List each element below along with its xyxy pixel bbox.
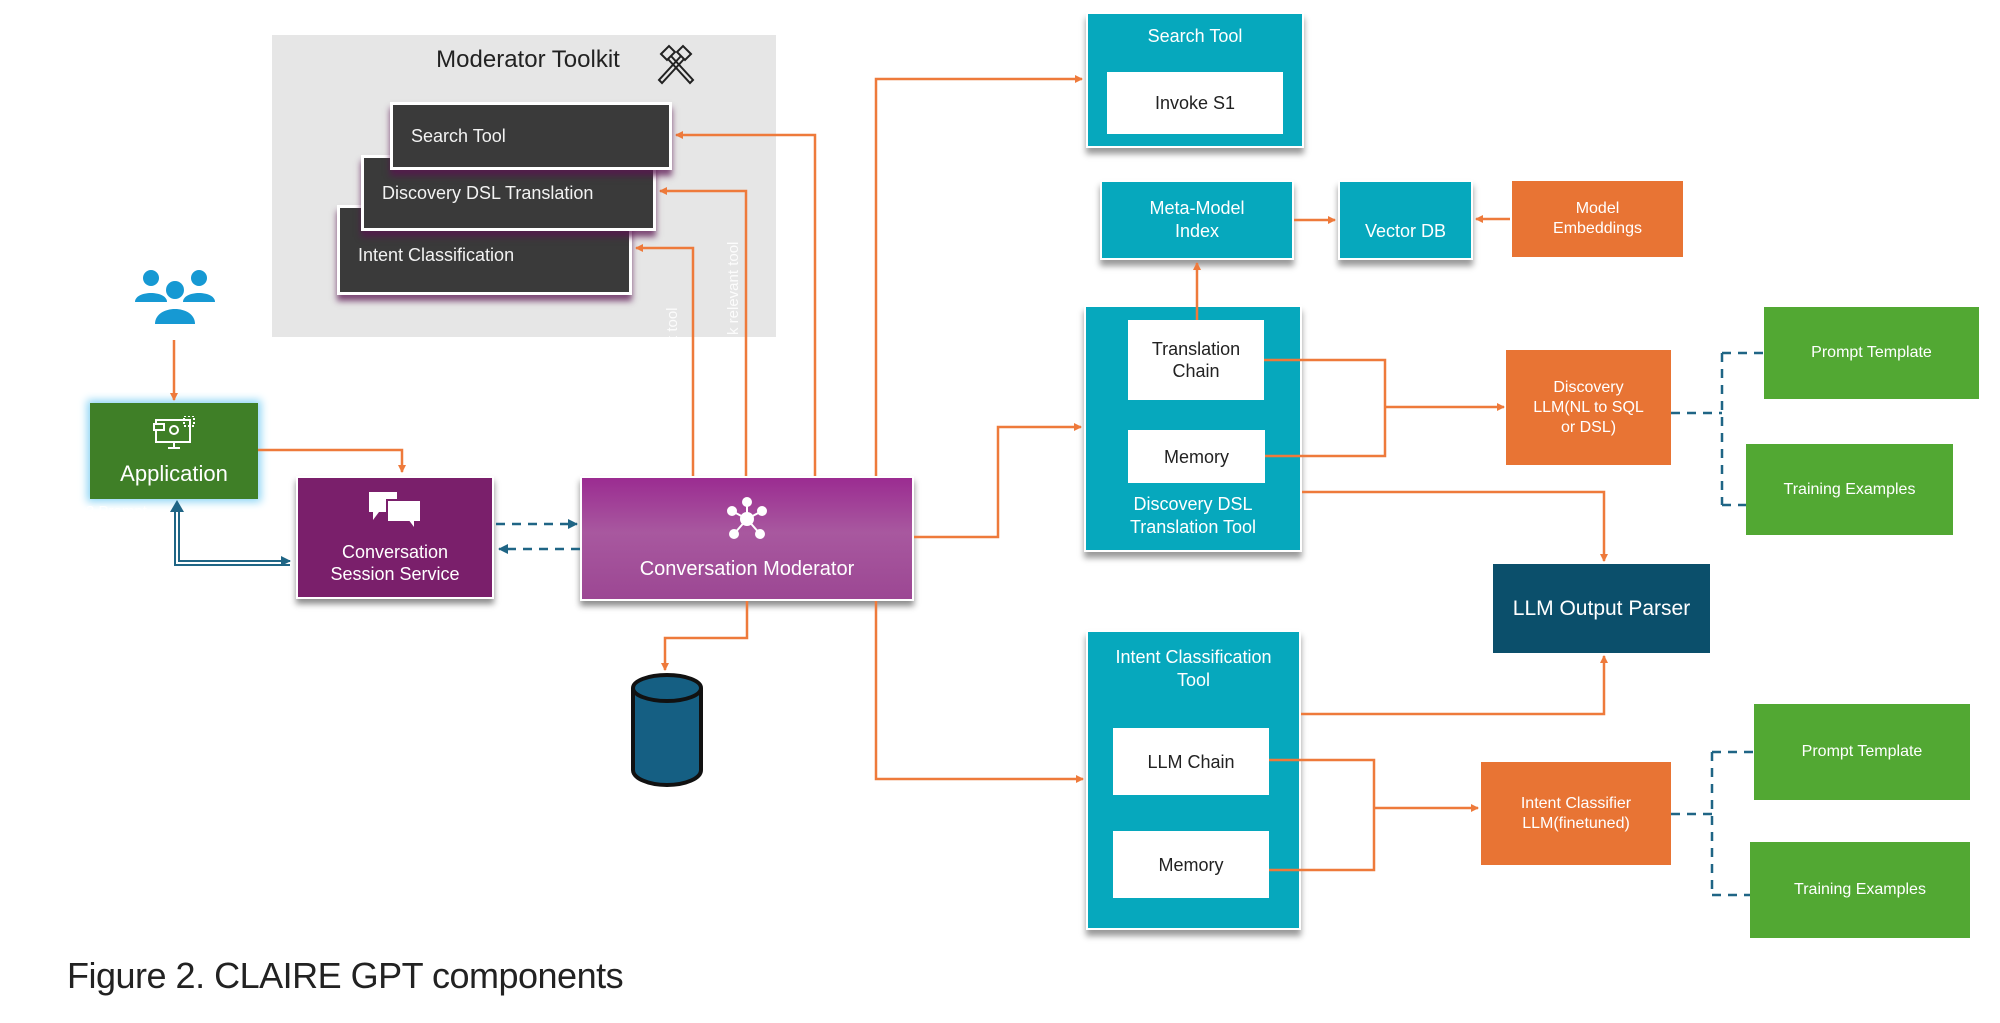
dsl-memory-box[interactable]: Memory (1128, 430, 1265, 483)
intent-llm-line2: LLM(finetuned) (1522, 814, 1630, 832)
application-label: Application (120, 460, 228, 486)
dsl-tool-title-line2: Translation Tool (1129, 517, 1257, 537)
arrow-application-to-session (258, 448, 406, 473)
figure-caption: Figure 2. CLAIRE GPT components (67, 955, 624, 996)
card-label: Search Tool (411, 125, 506, 146)
discovery-prompt-template-box[interactable]: Prompt Template (1764, 307, 1979, 399)
chat-bubbles-icon (367, 490, 423, 537)
arrow-moderator-to-database (661, 601, 749, 671)
translation-chain-line2: Chain (1172, 361, 1220, 381)
crossed-hammers-icon (653, 42, 699, 88)
card-label: Intent Classification (358, 244, 515, 265)
arrow-moderator-to-search-tool (874, 75, 1083, 476)
application-box[interactable]: Application (90, 403, 258, 499)
dsl-tool-title-line1: Discovery DSL (1133, 494, 1253, 514)
toolkit-card-search-tool[interactable]: Search Tool (390, 102, 672, 170)
llm-output-parser-box[interactable]: LLM Output Parser (1493, 564, 1710, 653)
session-label-line2: Session Service (330, 564, 460, 584)
network-hub-icon (725, 496, 769, 546)
moderator-label: Conversation Moderator (639, 557, 855, 580)
meta-model-index-box[interactable]: Meta-Model Index (1100, 180, 1294, 260)
arrow-dsl-tool-to-parser (1302, 490, 1608, 562)
discovery-llm-line3: or DSL) (1560, 418, 1617, 436)
meta-model-line1: Meta-Model (1149, 198, 1245, 218)
arrow-head-application-up (170, 500, 184, 512)
model-embeddings-box[interactable]: Model Embeddings (1512, 181, 1683, 257)
intent-training-examples-box[interactable]: Training Examples (1750, 842, 1970, 938)
faint-label-relevant-tool: k relevant tool (725, 241, 742, 335)
faint-label-tool: t tool (664, 307, 681, 340)
conversation-session-service-box[interactable]: Conversation Session Service (296, 476, 494, 599)
intent-memory-box[interactable]: Memory (1113, 831, 1269, 898)
embeddings-line2: Embeddings (1553, 220, 1642, 237)
intent-tool-title-line2: Tool (1176, 670, 1211, 690)
session-label-line1: Conversation (341, 542, 449, 562)
translation-chain-line1: Translation (1151, 339, 1241, 359)
invoke-s1-box[interactable]: Invoke S1 (1107, 72, 1283, 134)
discovery-llm-line2: LLM(NL to SQL (1533, 398, 1644, 416)
vector-db-box[interactable]: Vector DB (1338, 180, 1473, 260)
intent-classifier-llm-box[interactable]: Intent Classifier LLM(finetuned) (1481, 762, 1671, 865)
intent-llm-line1: Intent Classifier (1520, 794, 1632, 812)
discovery-training-examples-box[interactable]: Training Examples (1746, 444, 1953, 535)
arrow-moderator-to-intent-tool (874, 601, 1084, 783)
embeddings-line1: Model (1575, 200, 1620, 217)
meta-model-line2: Index (1174, 221, 1220, 241)
desktop-app-icon (152, 414, 196, 457)
intent-prompt-template-box[interactable]: Prompt Template (1754, 704, 1970, 800)
intent-tool-title-line1: Intent Classification (1115, 647, 1272, 667)
card-label: Discovery DSL Translation (382, 182, 594, 203)
dashed-intent-llm-to-examples (1671, 750, 1754, 897)
users-group-icon (133, 268, 217, 324)
llm-chain-box[interactable]: LLM Chain (1113, 728, 1269, 795)
arrow-intent-tool-to-parser (1301, 655, 1608, 716)
conversation-moderator-box[interactable]: Conversation Moderator (580, 476, 914, 601)
toolkit-title: Moderator Toolkit (436, 46, 620, 73)
discovery-llm-box[interactable]: Discovery LLM(NL to SQL or DSL) (1506, 350, 1671, 465)
discovery-llm-line1: Discovery (1553, 378, 1624, 396)
faint-prompt-label: 3 Prompt (86, 503, 147, 520)
double-arrow-session-to-application (174, 508, 290, 565)
search-tool-title: Search Tool (1147, 26, 1243, 46)
translation-chain-box[interactable]: Translation Chain (1128, 320, 1264, 400)
arrow-moderator-to-dsl-tool (914, 423, 1082, 539)
database-cylinder-icon (630, 672, 704, 788)
